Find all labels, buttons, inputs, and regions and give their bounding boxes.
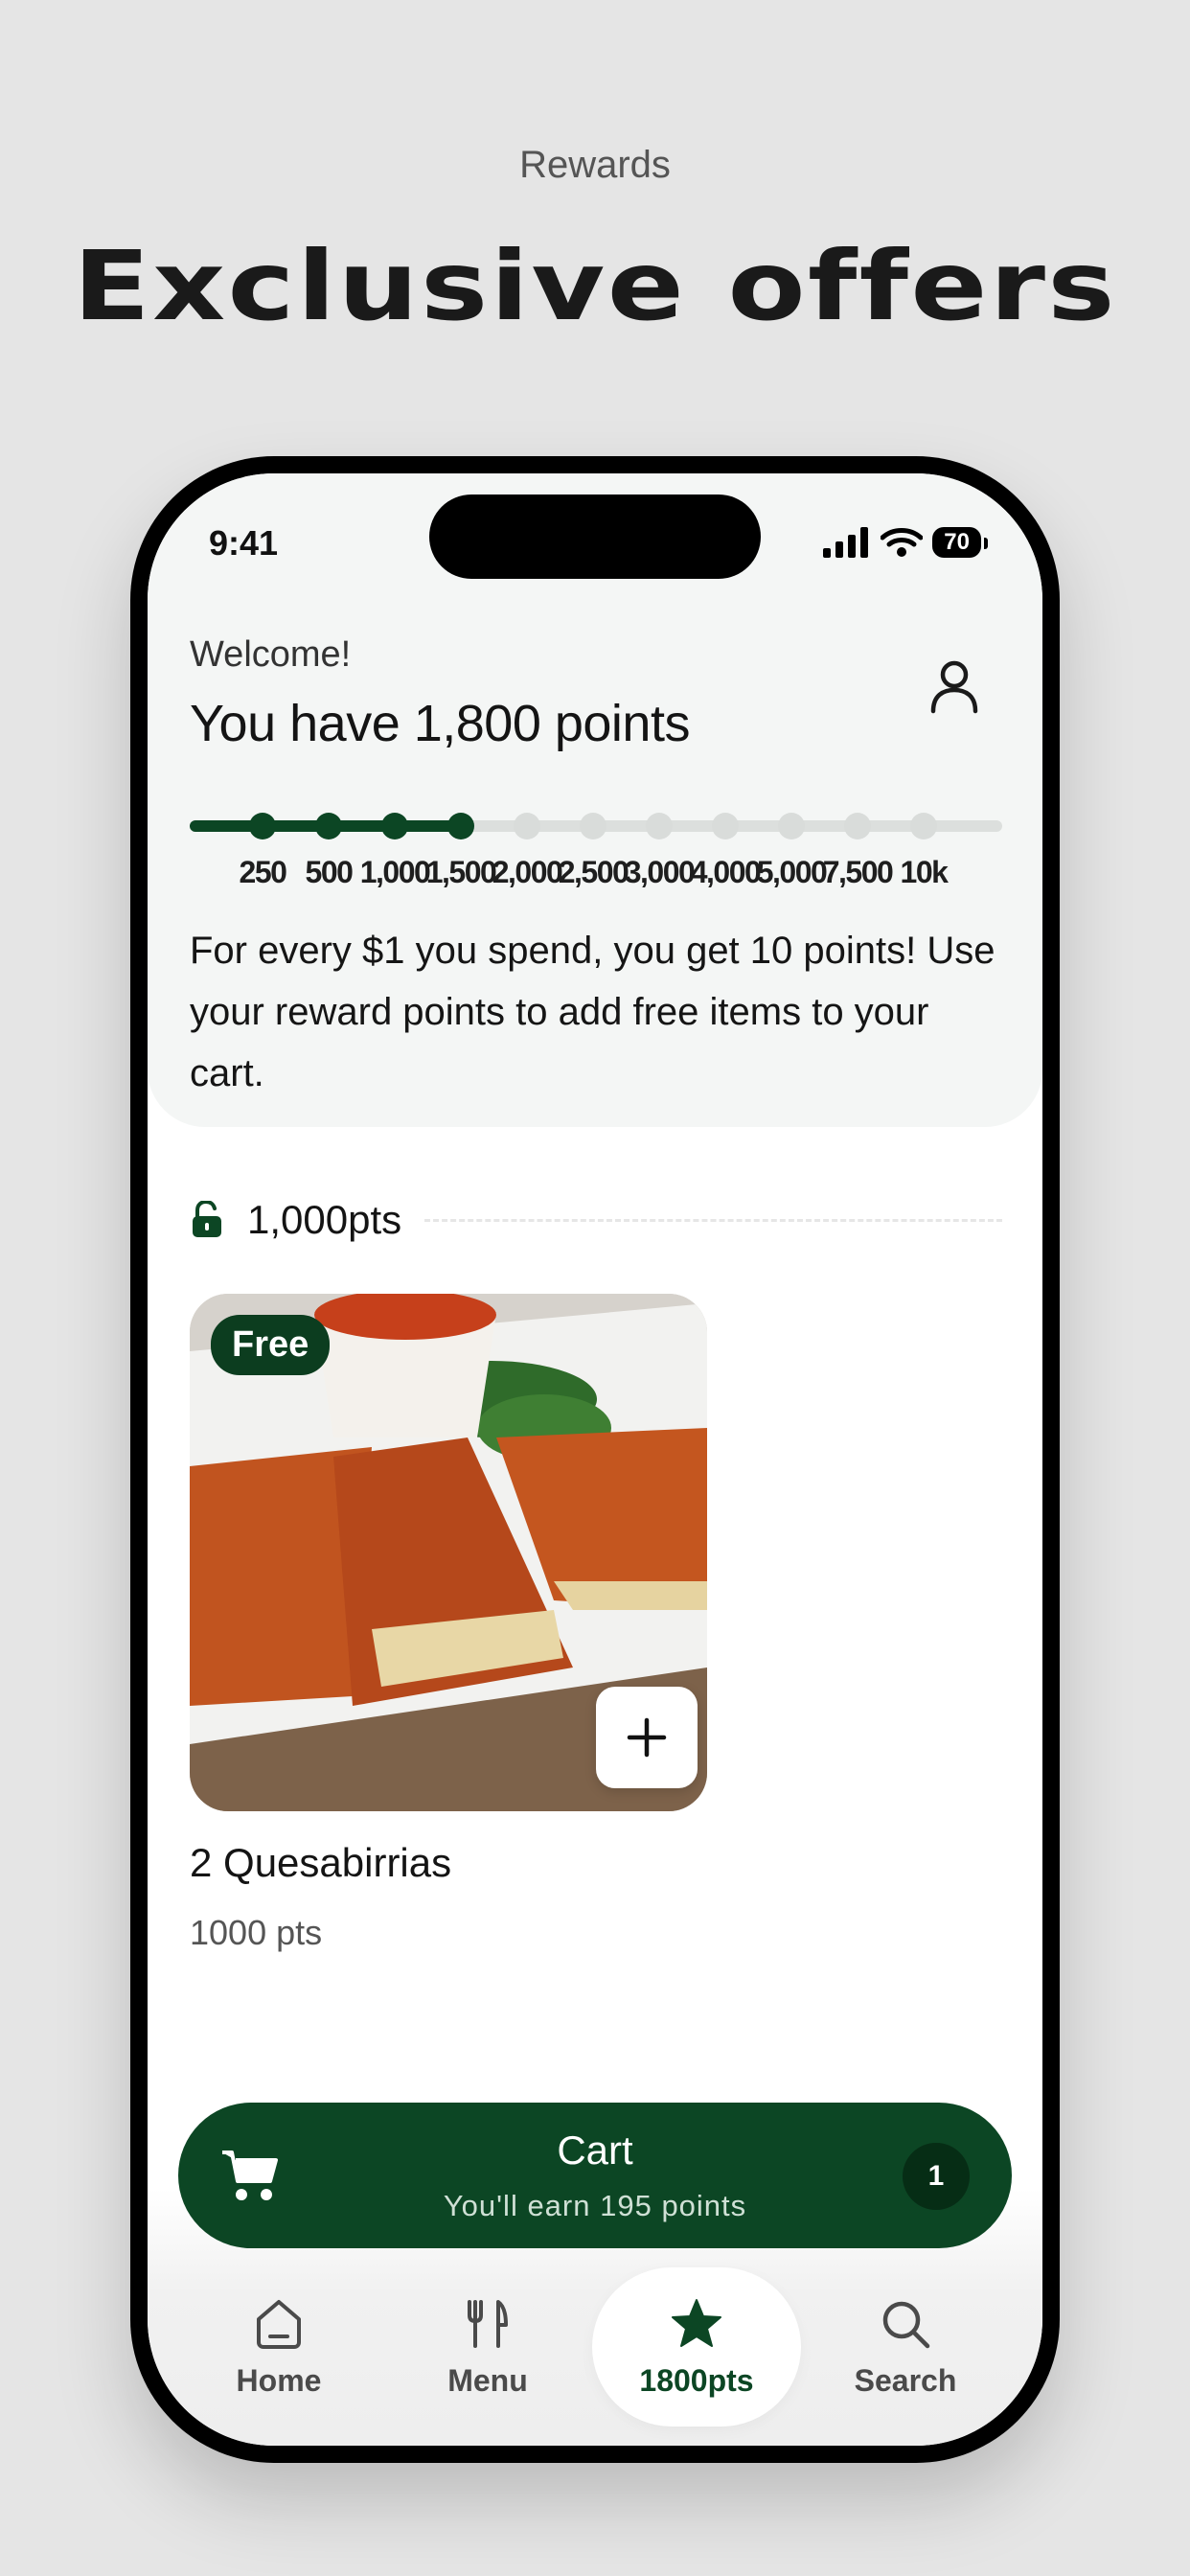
reward-tier-row: 1,000pts [190,1196,1002,1244]
progress-dot [580,813,606,840]
search-icon [882,2301,930,2348]
progress-tick-labels: 250 500 1,000 1,500 2,000 2,500 3,000 4,000 5,00… [190,855,1002,893]
tab-bar: Home Menu 1800pts Search [148,2267,1042,2430]
progress-dot [910,813,937,840]
tab-label: Menu [447,2362,528,2398]
status-icons: 70 [823,527,988,558]
points-progress-track [190,813,1002,840]
section-divider [424,1218,1002,1222]
person-icon [930,660,978,714]
item-name[interactable]: 2 Quesabirrias [190,1840,451,1886]
star-icon [672,2298,721,2347]
cart-title: Cart [557,2128,633,2173]
plus-icon [627,1717,667,1758]
add-to-cart-button[interactable] [596,1687,698,1788]
tab-home[interactable]: Home [174,2267,383,2426]
fork-knife-icon [468,2299,508,2348]
home-icon [257,2299,301,2349]
free-badge: Free [211,1315,331,1375]
progress-dot [249,813,276,840]
progress-tick-label: 10k [900,855,949,889]
page-headline: Exclusive offers [73,230,1117,342]
page-eyebrow: Rewards [519,144,671,186]
cart-count-badge: 1 [903,2143,970,2210]
progress-dot [514,813,540,840]
points-title: You have 1,800 points [190,695,690,752]
tab-label: Search [854,2362,957,2398]
profile-button[interactable] [922,654,987,719]
signal-icon [823,527,869,558]
wifi-icon [881,528,924,557]
progress-dot [778,813,805,840]
rewards-description: For every $1 you spend, you get 10 point… [190,930,995,1094]
reward-tier-label: 1,000pts [247,1197,402,1242]
tab-search[interactable]: Search [801,2267,1010,2426]
progress-dot [646,813,673,840]
tab-label: 1800pts [639,2362,754,2398]
cart-button[interactable]: Cart You'll earn 195 points 1 [178,2103,1012,2248]
tab-rewards[interactable]: 1800pts [592,2267,801,2426]
progress-dot [844,813,871,840]
reward-item-image[interactable]: Free [190,1294,707,1811]
phone-frame: Welcome! You have 1,800 points 250 500 1,0… [130,456,1060,2463]
progress-dot [712,813,739,840]
progress-dot [315,813,342,840]
tab-label: Home [236,2362,322,2398]
progress-dot [381,813,408,840]
unlocked-lock-icon [193,1201,221,1237]
battery-indicator: 70 [932,527,988,558]
phone-screen: Welcome! You have 1,800 points 250 500 1,0… [148,473,1042,2446]
progress-dot [447,813,474,840]
tab-menu[interactable]: Menu [383,2267,592,2426]
item-points: 1000 pts [190,1913,323,1952]
dynamic-island [429,494,761,579]
welcome-text: Welcome! [190,634,352,675]
cart-subtitle: You'll earn 195 points [443,2189,747,2222]
status-time: 9:41 [209,523,279,563]
